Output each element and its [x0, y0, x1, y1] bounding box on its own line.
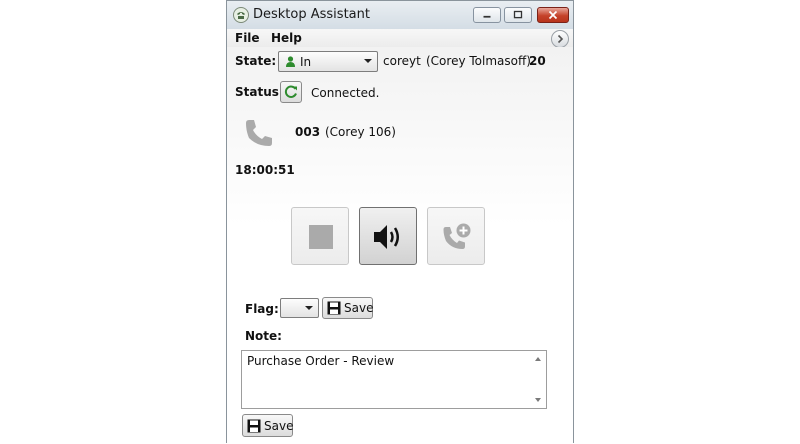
maximize-button[interactable] [504, 7, 532, 23]
minimize-button[interactable] [473, 7, 501, 23]
extension-number: 20 [529, 54, 546, 68]
window-title: Desktop Assistant [253, 7, 370, 22]
add-call-icon [443, 223, 471, 249]
state-label: State: [235, 54, 277, 68]
desktop-assistant-window: Desktop Assistant File Help State: In co… [226, 0, 574, 444]
status-label: Status: [235, 85, 284, 99]
menu-file[interactable]: File [235, 31, 260, 45]
state-dropdown[interactable]: In [278, 51, 378, 72]
save-button[interactable]: Save [242, 414, 293, 437]
menu-help[interactable]: Help [271, 31, 302, 45]
call-description: (Corey 106) [325, 125, 396, 139]
main-content: State: In coreyt (Corey Tolmasoff) 20 St… [227, 47, 573, 444]
status-value: Connected. [311, 86, 380, 100]
refresh-icon [284, 85, 297, 98]
refresh-button[interactable] [280, 81, 302, 103]
flag-label: Flag: [245, 302, 279, 316]
call-timer: 18:00:51 [235, 163, 295, 177]
expand-chevron-icon[interactable] [551, 30, 569, 48]
note-scrollbar[interactable] [530, 351, 546, 408]
user-fullname: (Corey Tolmasoff) [426, 54, 531, 68]
flag-save-button[interactable]: Save [322, 297, 373, 319]
username: coreyt [383, 54, 421, 68]
phone-icon [246, 120, 272, 146]
close-button[interactable] [537, 7, 569, 23]
floppy-disk-icon [247, 419, 261, 433]
save-label: Save [264, 419, 294, 433]
person-icon [286, 56, 295, 67]
note-label: Note: [245, 329, 282, 343]
call-line: 003 [295, 125, 321, 139]
scroll-up-arrow-icon[interactable] [535, 357, 541, 361]
add-call-button[interactable] [427, 207, 485, 265]
speaker-icon [374, 225, 399, 249]
title-bar[interactable]: Desktop Assistant [227, 1, 573, 30]
dropdown-arrow-icon [364, 59, 372, 63]
flag-save-label: Save [344, 301, 374, 315]
note-text: Purchase Order - Review [247, 354, 395, 368]
phone-app-icon [233, 7, 249, 23]
menu-bar: File Help [227, 29, 573, 48]
state-value: In [300, 55, 312, 69]
speaker-button[interactable] [359, 207, 417, 265]
flag-dropdown[interactable] [280, 298, 319, 318]
floppy-disk-icon [327, 301, 341, 315]
stop-button[interactable] [291, 207, 349, 265]
note-textarea[interactable]: Purchase Order - Review [241, 350, 547, 409]
dropdown-arrow-icon [305, 306, 313, 310]
stop-icon [309, 225, 333, 249]
scroll-down-arrow-icon[interactable] [535, 398, 541, 402]
